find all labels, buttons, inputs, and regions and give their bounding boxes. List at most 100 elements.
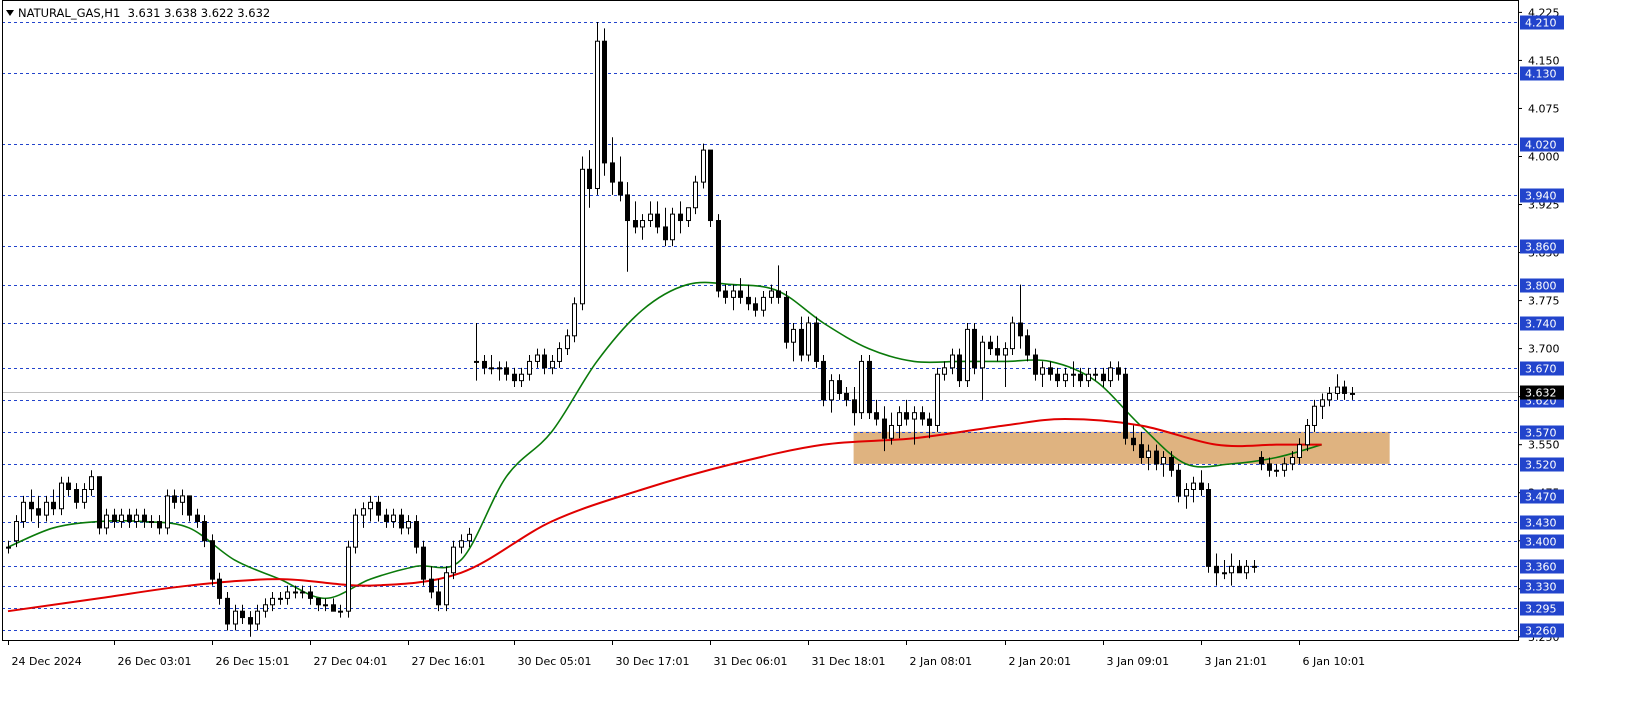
candle-body-bull [278, 597, 283, 600]
candle [1199, 470, 1204, 496]
candle-body-bull [1290, 456, 1295, 465]
candle-body-bear [1033, 354, 1038, 375]
candle-body-bull [323, 604, 328, 607]
candle [82, 483, 87, 509]
candle-body-bull [701, 149, 706, 183]
candle-body-bear [1176, 469, 1181, 497]
candle [806, 316, 811, 362]
candle-body-bear [376, 501, 381, 516]
candle [904, 399, 909, 426]
candle [187, 495, 192, 522]
candle-body-bear [1116, 367, 1121, 375]
candle [1010, 316, 1015, 356]
candle-body-bear [920, 412, 925, 420]
candle-body-bull [180, 495, 185, 503]
candle [353, 508, 358, 554]
candle-body-bull [1086, 373, 1091, 382]
level-label: 3.570 [1525, 427, 1557, 440]
candle [731, 284, 736, 311]
candle [648, 201, 653, 227]
candle [874, 399, 879, 426]
candle-body-bear [331, 604, 336, 612]
candle-body-bull [535, 354, 540, 362]
time-tick-label: 30 Dec 17:01 [616, 655, 690, 668]
candle-body-bear [112, 514, 117, 523]
candle-body-bear [542, 354, 547, 369]
candle [165, 489, 170, 535]
candle-body-bear [633, 220, 638, 228]
candle [1003, 342, 1008, 388]
candle [746, 284, 751, 311]
candle-body-bull [338, 610, 343, 613]
candle-body-bull [165, 495, 170, 529]
candle [489, 355, 494, 375]
price-tick-label: 3.700 [1528, 343, 1560, 356]
candle [784, 290, 789, 349]
candle-body-bear [678, 213, 683, 222]
symbol-menu-arrow-icon[interactable] [6, 10, 14, 16]
candle-body-bull [467, 533, 472, 542]
candle-body-bear [399, 514, 404, 529]
candle [474, 323, 479, 381]
candle-body-bear [1206, 489, 1211, 567]
level-label: 3.940 [1525, 190, 1557, 203]
candle-body-bear [51, 501, 56, 510]
candle-body-bull [640, 220, 645, 228]
candle [482, 355, 487, 375]
candle [595, 22, 600, 195]
candle-body-bear [74, 489, 79, 503]
candle [467, 527, 472, 548]
candle-body-bull [912, 412, 917, 420]
candle [444, 566, 449, 612]
candle [368, 495, 373, 522]
candle [429, 566, 434, 599]
candle [459, 534, 464, 554]
candle [602, 28, 607, 176]
candle-body-bull [353, 514, 358, 548]
candle [1123, 367, 1128, 445]
candles-layer [6, 22, 1355, 637]
candle [1244, 559, 1249, 580]
candle-body-bear [384, 514, 389, 523]
candle-body-bear [436, 591, 441, 606]
candle [323, 598, 328, 612]
candle-body-bull [889, 424, 894, 439]
candle [384, 508, 389, 528]
candle [686, 207, 691, 227]
candle [1335, 374, 1340, 400]
candle [104, 508, 109, 535]
candle [829, 374, 834, 413]
candle-body-bull [361, 508, 366, 516]
candle-body-bull [572, 303, 577, 337]
candle-body-bull [769, 290, 774, 298]
candle [308, 585, 313, 605]
price-axis: 4.2254.1504.0754.0003.9253.8503.7753.700… [2, 0, 1560, 644]
candle [535, 348, 540, 368]
candle [942, 361, 947, 381]
candle-body-bear [36, 508, 41, 516]
candle-body-bull [1191, 482, 1196, 491]
candle [867, 355, 872, 420]
candle [1320, 393, 1325, 420]
candle-body-bull [21, 501, 26, 523]
candle [610, 137, 615, 195]
candle-body-bull [670, 213, 675, 241]
candle [980, 335, 985, 400]
level-label: 4.210 [1525, 17, 1557, 30]
candle-body-bull [285, 591, 290, 599]
candle-body-bull [693, 181, 698, 209]
candle-body-bear [127, 514, 132, 523]
candle-body-bull [1297, 444, 1302, 458]
candle-body-bull [950, 354, 955, 369]
candle-body-bull [1161, 456, 1166, 465]
candle-body-bear [195, 514, 200, 523]
time-tick-label: 26 Dec 03:01 [118, 655, 192, 668]
time-tick-label: 31 Dec 06:01 [714, 655, 788, 668]
candle [285, 585, 290, 605]
candle-body-bull [1335, 386, 1340, 394]
candle-body-bear [602, 40, 607, 164]
candle [565, 329, 570, 356]
candle-body-bear [1123, 373, 1128, 439]
candle [195, 508, 200, 528]
price-tick-label: 4.150 [1528, 54, 1560, 67]
